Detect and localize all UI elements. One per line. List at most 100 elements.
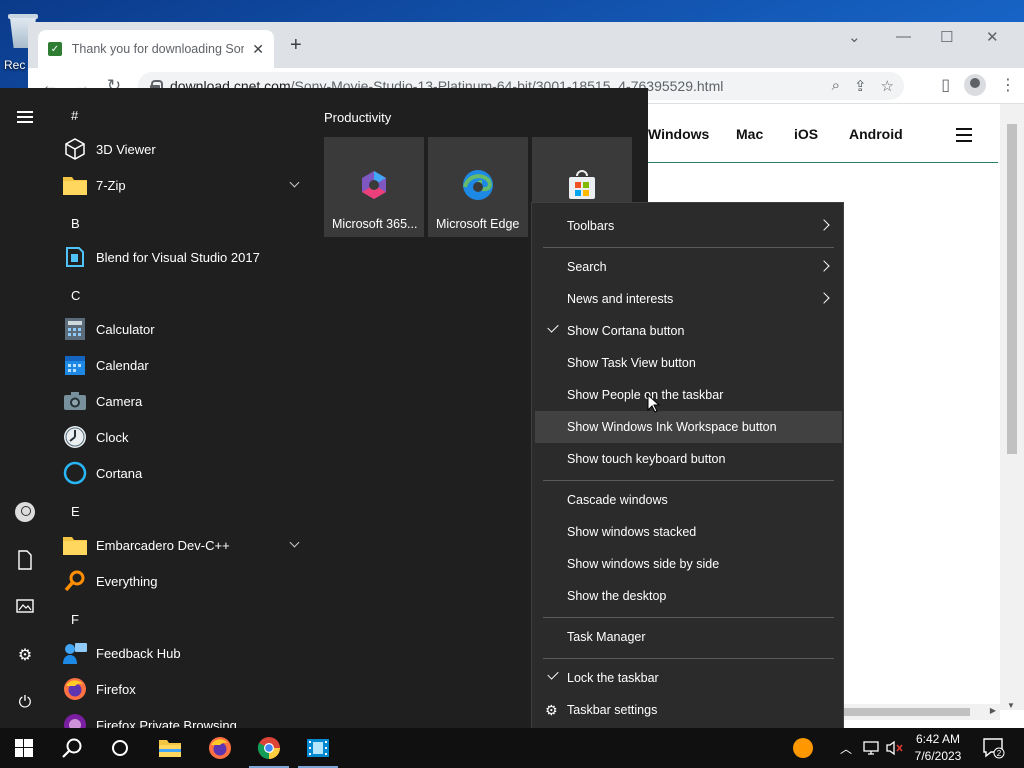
- settings-gear-icon[interactable]: ⚙: [15, 645, 35, 665]
- kebab-menu-icon[interactable]: ⋮: [1000, 75, 1016, 95]
- app-item[interactable]: Everything: [62, 565, 306, 597]
- network-icon[interactable]: [862, 728, 880, 768]
- browser-tab[interactable]: ✓ Thank you for downloading Sony ✕: [38, 30, 274, 68]
- nav-divider: [648, 162, 998, 163]
- expand-menu-icon[interactable]: [17, 111, 33, 123]
- app-item[interactable]: Feedback Hub: [62, 637, 306, 669]
- file-explorer-button[interactable]: [146, 728, 194, 768]
- menu-item-show-touch-keyboard[interactable]: Show touch keyboard button: [535, 443, 842, 475]
- site-menu-icon[interactable]: [956, 128, 972, 142]
- close-window-button[interactable]: ✕: [986, 28, 999, 46]
- system-clock[interactable]: 6:42 AM 7/6/2023: [906, 731, 970, 765]
- menu-item-lock-the-taskbar[interactable]: Lock the taskbar: [535, 662, 842, 694]
- menu-item-show-the-desktop[interactable]: Show the desktop: [535, 580, 842, 612]
- folder-icon: [62, 532, 88, 558]
- user-account-icon[interactable]: [15, 502, 35, 522]
- menu-item-cascade-windows[interactable]: Cascade windows: [535, 484, 842, 516]
- app-item[interactable]: 3D Viewer: [62, 133, 306, 165]
- menu-separator: [543, 480, 834, 481]
- tab-title: Thank you for downloading Sony: [71, 42, 245, 56]
- app-item[interactable]: Calendar: [62, 349, 306, 381]
- show-hidden-icons-chevron-icon[interactable]: ︿: [840, 728, 852, 768]
- menu-separator: [543, 247, 834, 248]
- new-tab-button[interactable]: +: [290, 34, 302, 57]
- weather-widget[interactable]: [792, 728, 814, 768]
- tile-microsoft-edge[interactable]: Microsoft Edge: [428, 137, 528, 237]
- checkmark-icon: [547, 668, 559, 680]
- chevron-down-icon[interactable]: [289, 537, 300, 548]
- letter-header[interactable]: C: [71, 288, 80, 303]
- zoom-icon[interactable]: ⌕: [832, 77, 840, 95]
- letter-header[interactable]: B: [71, 216, 80, 231]
- pictures-icon[interactable]: [15, 598, 35, 618]
- menu-item-show-task-view-button[interactable]: Show Task View button: [535, 347, 842, 379]
- tile-microsoft-365[interactable]: Microsoft 365...: [324, 137, 424, 237]
- clock-time: 6:42 AM: [915, 732, 961, 746]
- profile-avatar[interactable]: [964, 74, 986, 96]
- tab-search-icon[interactable]: ⌄: [848, 28, 861, 46]
- share-icon[interactable]: ⇪: [854, 77, 867, 95]
- scrollbar-thumb[interactable]: [1007, 124, 1017, 454]
- app-item[interactable]: Firefox Private Browsing: [62, 709, 306, 728]
- app-item[interactable]: 7-Zip: [62, 169, 306, 201]
- side-panel-icon[interactable]: ▯: [941, 75, 950, 95]
- menu-item-show-people[interactable]: Show People on the taskbar: [535, 379, 842, 411]
- app-item[interactable]: Blend for Visual Studio 2017: [62, 241, 306, 273]
- cnet-favicon-icon: ✓: [48, 42, 62, 56]
- firefox-button[interactable]: [196, 728, 244, 768]
- bookmark-star-icon[interactable]: ☆: [881, 77, 894, 95]
- nav-link-windows[interactable]: Windows: [648, 126, 736, 142]
- menu-item-search[interactable]: Search: [535, 251, 842, 283]
- app-item[interactable]: Embarcadero Dev-C++: [62, 529, 306, 561]
- app-item[interactable]: Firefox: [62, 673, 306, 705]
- tab-close-icon[interactable]: ✕: [252, 41, 264, 58]
- menu-item-show-windows-ink-workspace[interactable]: Show Windows Ink Workspace button: [535, 411, 842, 443]
- action-center-button[interactable]: 2: [982, 728, 1006, 768]
- taskbar-search-button[interactable]: [48, 728, 96, 768]
- nav-link-ios[interactable]: iOS: [794, 126, 849, 142]
- volume-muted-icon[interactable]: [885, 728, 905, 768]
- menu-item-toolbars[interactable]: Toolbars: [535, 210, 842, 242]
- firefox-private-icon: [62, 712, 88, 728]
- menu-item-task-manager[interactable]: Task Manager: [535, 621, 842, 653]
- letter-header[interactable]: F: [71, 612, 79, 627]
- film-strip-icon: [307, 739, 329, 757]
- submenu-arrow-icon: [818, 219, 830, 231]
- documents-icon[interactable]: [15, 550, 35, 570]
- scroll-down-icon[interactable]: ▼: [1007, 701, 1015, 710]
- cortana-button[interactable]: [96, 728, 144, 768]
- nav-link-android[interactable]: Android: [849, 126, 903, 142]
- app-item[interactable]: Camera: [62, 385, 306, 417]
- menu-item-taskbar-settings[interactable]: ⚙ Taskbar settings: [535, 694, 842, 726]
- start-button[interactable]: [0, 728, 48, 768]
- menu-item-news-and-interests[interactable]: News and interests: [535, 283, 842, 315]
- submenu-arrow-icon: [818, 292, 830, 304]
- notification-count: 2: [997, 749, 1002, 758]
- minimize-button[interactable]: —: [896, 28, 911, 45]
- movie-studio-button[interactable]: [294, 728, 342, 768]
- letter-header[interactable]: E: [71, 504, 80, 519]
- app-item[interactable]: Calculator: [62, 313, 306, 345]
- vertical-scrollbar[interactable]: ▼: [1000, 104, 1024, 710]
- maximize-button[interactable]: ☐: [940, 28, 953, 46]
- app-item[interactable]: Cortana: [62, 457, 306, 489]
- tile-group-header[interactable]: Productivity: [324, 110, 391, 125]
- letter-header[interactable]: #: [71, 108, 78, 123]
- menu-item-show-windows-stacked[interactable]: Show windows stacked: [535, 516, 842, 548]
- chrome-button[interactable]: [245, 728, 293, 768]
- menu-item-show-windows-side-by-side[interactable]: Show windows side by side: [535, 548, 842, 580]
- nav-link-mac[interactable]: Mac: [736, 126, 794, 142]
- windows-logo-icon: [15, 739, 33, 757]
- power-icon[interactable]: ⏻: [15, 694, 35, 714]
- calculator-icon: [62, 316, 88, 342]
- chevron-down-icon[interactable]: [289, 177, 300, 188]
- app-item[interactable]: Clock: [62, 421, 306, 453]
- store-icon: [566, 169, 598, 201]
- h-scrollbar-thumb[interactable]: [840, 708, 970, 716]
- horizontal-scrollbar[interactable]: ▶: [840, 704, 1000, 720]
- edge-icon: [462, 169, 494, 201]
- scroll-right-icon[interactable]: ▶: [990, 706, 996, 715]
- menu-item-show-cortana-button[interactable]: Show Cortana button: [535, 315, 842, 347]
- folder-icon: [62, 172, 88, 198]
- sun-icon: [793, 738, 813, 758]
